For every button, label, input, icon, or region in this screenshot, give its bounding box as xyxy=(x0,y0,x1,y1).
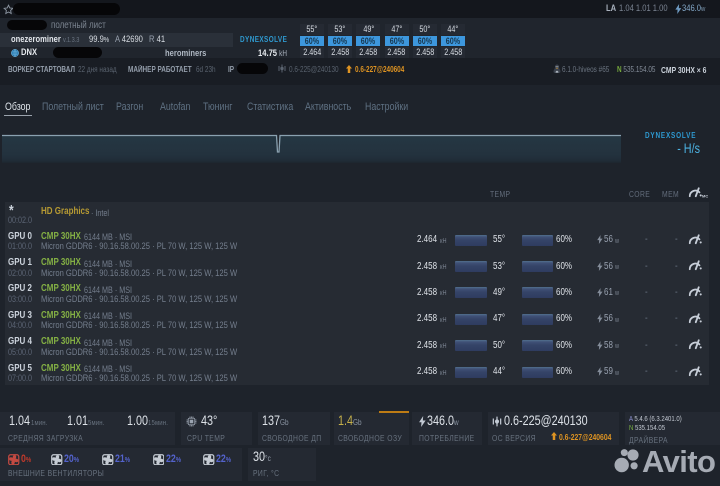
svg-text:MCU: MCU xyxy=(702,194,708,199)
svg-text:Avito: Avito xyxy=(642,444,715,476)
